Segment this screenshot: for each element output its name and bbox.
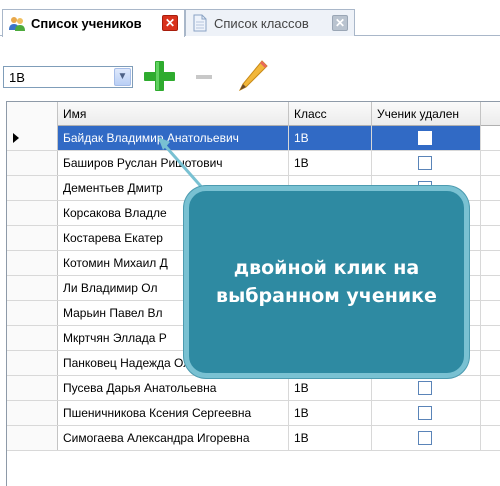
table-row[interactable]: Пшеничникова Ксения Сергеевна 1В [7,401,500,426]
cell-class[interactable]: 1В [289,401,372,425]
row-indicator[interactable] [7,276,58,300]
row-indicator[interactable] [7,176,58,200]
cell-deleted [372,401,481,425]
cell-student-name[interactable]: Пусева Дарья Анатольевна [58,376,289,400]
grid-header: Имя Класс Ученик удален [7,102,500,126]
row-indicator[interactable] [7,326,58,350]
deleted-checkbox[interactable] [418,406,432,420]
users-icon [8,15,26,33]
table-row[interactable]: Байдак Владимир Анатольевич 1В [7,126,500,151]
tab-classes-close-icon[interactable]: ✕ [332,15,348,31]
cell-class[interactable]: 1В [289,376,372,400]
hint-line-2: выбранном ученике [216,285,437,307]
toolbar: 1В ▼ [0,37,500,97]
row-indicator[interactable] [7,201,58,225]
remove-student-button[interactable] [188,57,228,95]
table-row[interactable]: Пусева Дарья Анатольевна 1В [7,376,500,401]
tab-students-label: Список учеников [31,16,142,31]
deleted-checkbox[interactable] [418,431,432,445]
tab-students-close-icon[interactable]: ✕ [162,15,178,31]
cell-class[interactable]: 1В [289,126,372,150]
chevron-down-icon[interactable]: ▼ [114,68,131,86]
row-indicator[interactable] [7,351,58,375]
row-indicator[interactable] [7,126,58,150]
cell-student-name[interactable]: Баширов Руслан Ришотович [58,151,289,175]
plus-icon [144,61,175,91]
class-select-value: 1В [9,70,25,85]
edit-student-button[interactable] [234,57,274,95]
deleted-checkbox[interactable] [418,156,432,170]
table-row[interactable]: Симогаева Александра Игоревна 1В [7,426,500,451]
cell-deleted [372,376,481,400]
tab-strip: Список учеников ✕ Список классов ✕ [0,0,500,37]
pencil-icon [238,60,268,92]
tab-students-list[interactable]: Список учеников ✕ [2,9,185,37]
row-indicator[interactable] [7,376,58,400]
row-indicator[interactable] [7,426,58,450]
row-indicator[interactable] [7,151,58,175]
cell-student-name[interactable]: Пшеничникова Ксения Сергеевна [58,401,289,425]
tab-classes-label: Список классов [214,15,309,31]
deleted-checkbox[interactable] [418,381,432,395]
cell-deleted [372,126,481,150]
cell-class[interactable]: 1В [289,151,372,175]
row-indicator[interactable] [7,226,58,250]
column-header-name[interactable]: Имя [58,102,289,126]
hint-callout-text: двойной клик на выбранном ученике [216,254,437,310]
add-student-button[interactable] [140,57,180,95]
minus-icon [196,75,212,79]
hint-callout: двойной клик на выбранном ученике [184,186,469,378]
column-header-class[interactable]: Класс [289,102,372,126]
document-icon [191,14,209,32]
row-indicator[interactable] [7,401,58,425]
class-select[interactable]: 1В ▼ [3,66,133,88]
cell-deleted [372,426,481,450]
deleted-checkbox[interactable] [418,131,432,145]
cell-student-name[interactable]: Симогаева Александра Игоревна [58,426,289,450]
row-indicator[interactable] [7,301,58,325]
cell-deleted [372,151,481,175]
current-row-arrow-icon [13,133,19,143]
table-row[interactable]: Баширов Руслан Ришотович 1В [7,151,500,176]
tab-classes-list[interactable]: Список классов ✕ [185,9,355,36]
cell-student-name[interactable]: Байдак Владимир Анатольевич [58,126,289,150]
cell-class[interactable]: 1В [289,426,372,450]
hint-line-1: двойной клик на [233,257,420,279]
row-indicator[interactable] [7,251,58,275]
column-header-deleted[interactable]: Ученик удален [372,102,481,126]
header-indicator-cell [7,102,58,126]
